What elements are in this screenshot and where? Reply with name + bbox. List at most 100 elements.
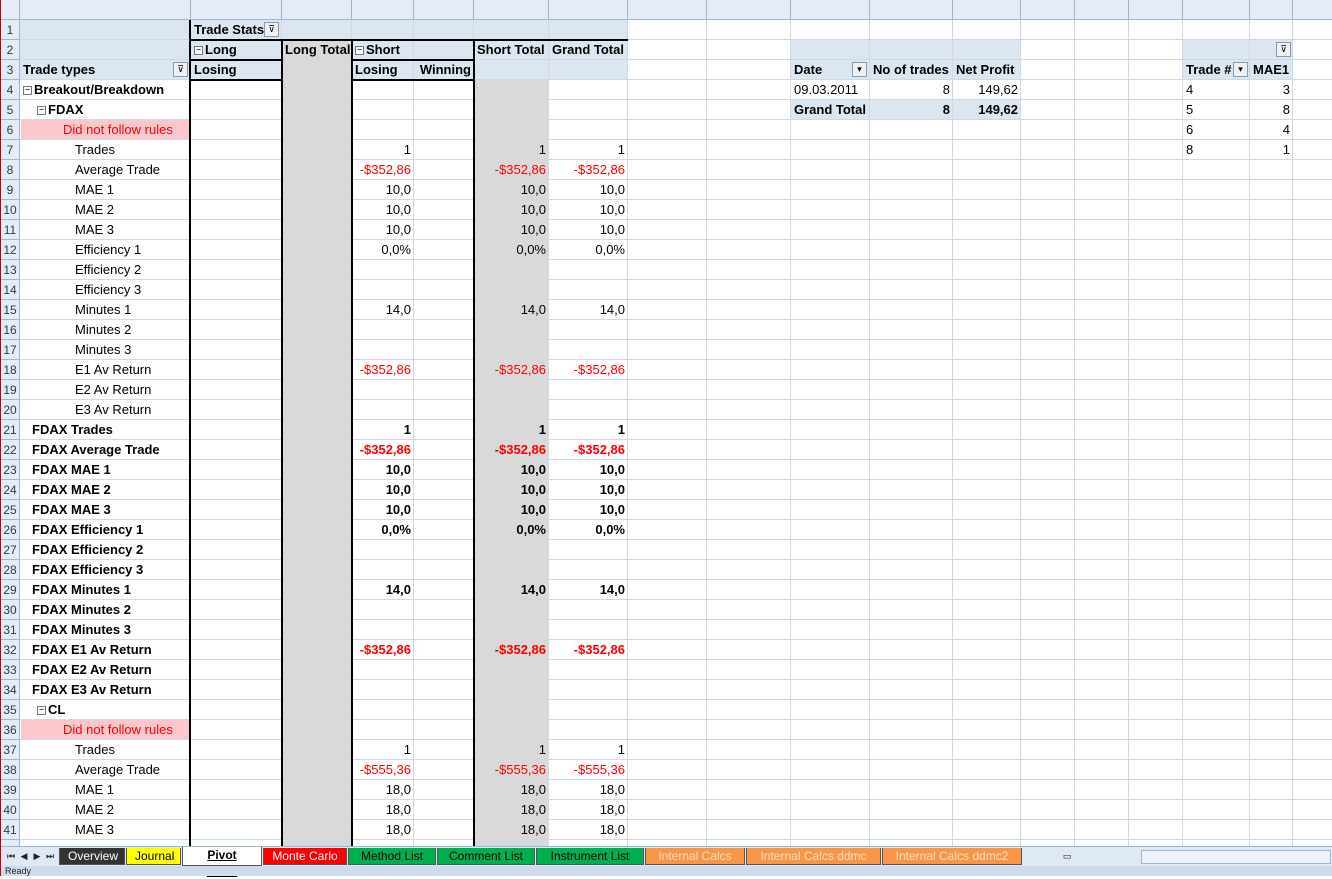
row-label[interactable]: − Breakout/Breakdown <box>20 80 191 100</box>
row-header[interactable]: 38 <box>1 760 20 780</box>
row-header[interactable]: 37 <box>1 740 20 760</box>
column-header-c[interactable] <box>282 0 352 20</box>
row-header[interactable]: 34 <box>1 680 20 700</box>
row-header[interactable]: 10 <box>1 200 20 220</box>
row-header[interactable]: 14 <box>1 280 20 300</box>
row-label: MAE 2 <box>75 802 115 817</box>
row-header[interactable]: 32 <box>1 640 20 660</box>
row-header[interactable]: 15 <box>1 300 20 320</box>
row-header[interactable]: 8 <box>1 160 20 180</box>
gridline-v <box>1020 20 1021 846</box>
column-header-i[interactable] <box>707 0 791 20</box>
collapse-icon[interactable]: − <box>194 46 203 56</box>
row-header[interactable]: 16 <box>1 320 20 340</box>
column-header-d[interactable] <box>352 0 414 20</box>
last-sheet-icon[interactable]: ⏭ <box>44 850 56 862</box>
row-header[interactable]: 28 <box>1 560 20 580</box>
row-header[interactable]: 7 <box>1 140 20 160</box>
row-header[interactable]: 30 <box>1 600 20 620</box>
row-header[interactable]: 39 <box>1 780 20 800</box>
dropdown-icon[interactable]: ▾ <box>852 62 867 77</box>
short-column-label[interactable]: − Short <box>352 40 414 60</box>
collapse-icon[interactable]: − <box>37 706 46 716</box>
row-header[interactable]: 21 <box>1 420 20 440</box>
sheet-tab-overview[interactable]: Overview <box>59 848 125 865</box>
first-sheet-icon[interactable]: ⏮ <box>5 850 17 862</box>
row-label[interactable]: − FDAX <box>20 100 191 120</box>
dropdown-icon[interactable]: ▾ <box>1233 62 1248 77</box>
row-header[interactable]: 17 <box>1 340 20 360</box>
row-label: FDAX Minutes 1 <box>32 582 131 597</box>
collapse-icon[interactable]: − <box>37 106 46 116</box>
next-sheet-icon[interactable]: ▶ <box>31 850 43 862</box>
column-header-k[interactable] <box>870 0 953 20</box>
column-header-p[interactable] <box>1183 0 1250 20</box>
column-header-j[interactable] <box>791 0 870 20</box>
sheet-tab-bar: ⏮ ◀ ▶ ⏭ OverviewJournalPivot TableMonte … <box>1 846 1332 878</box>
row-header[interactable]: 41 <box>1 820 20 840</box>
row-header[interactable]: 1 <box>1 20 20 40</box>
row-header[interactable]: 25 <box>1 500 20 520</box>
sheet-tab-internal-calcs-ddmc[interactable]: Internal Calcs ddmc <box>746 848 881 865</box>
row-header[interactable]: 31 <box>1 620 20 640</box>
column-header-e[interactable] <box>414 0 474 20</box>
row-header[interactable]: 2 <box>1 40 20 60</box>
row-header[interactable]: 29 <box>1 580 20 600</box>
row-header[interactable]: 26 <box>1 520 20 540</box>
row-header[interactable]: 33 <box>1 660 20 680</box>
row-header[interactable]: 35 <box>1 700 20 720</box>
row-header[interactable]: 5 <box>1 100 20 120</box>
value-short-total: 10,0 <box>520 502 546 517</box>
row-header[interactable]: 18 <box>1 360 20 380</box>
sheet-tab-pivot-table[interactable]: Pivot Table <box>182 847 262 878</box>
column-header-q[interactable] <box>1250 0 1293 20</box>
insert-sheet-icon[interactable]: ▭ <box>1059 850 1075 862</box>
filter-icon[interactable]: ⊽ <box>1276 42 1291 57</box>
gridline-v <box>1128 20 1129 846</box>
filter-icon[interactable]: ⊽ <box>173 62 188 77</box>
column-header-f[interactable] <box>474 0 549 20</box>
sheet-tab-monte-carlo[interactable]: Monte Carlo <box>263 848 347 865</box>
column-header-n[interactable] <box>1075 0 1129 20</box>
collapse-icon[interactable]: − <box>355 46 364 56</box>
column-header-a[interactable] <box>20 0 191 20</box>
row-header[interactable]: 4 <box>1 80 20 100</box>
collapse-icon[interactable]: − <box>23 86 32 96</box>
gridline-h <box>20 439 1332 440</box>
value-grand-total: 18,0 <box>599 782 625 797</box>
row-header[interactable]: 20 <box>1 400 20 420</box>
column-header-b[interactable] <box>191 0 282 20</box>
row-header[interactable]: 3 <box>1 60 20 80</box>
column-header-l[interactable] <box>953 0 1021 20</box>
row-header[interactable]: 9 <box>1 180 20 200</box>
row-header[interactable]: 6 <box>1 120 20 140</box>
select-all-corner[interactable] <box>1 0 20 20</box>
row-header[interactable]: 22 <box>1 440 20 460</box>
filter-icon[interactable]: ⊽ <box>264 22 279 37</box>
row-label[interactable]: − CL <box>20 700 191 720</box>
sheet-tab-journal[interactable]: Journal <box>126 848 181 865</box>
sheet-tab-method-list[interactable]: Method List <box>348 848 436 865</box>
horizontal-scrollbar[interactable] <box>1141 850 1331 864</box>
worksheet-grid[interactable]: 1 2 3 4 5 6 7 8 9 10 11 12 13 14 15 16 17 18 19 20 21 22 23 24 2… <box>1 0 1332 846</box>
long-column-label[interactable]: − Long <box>191 40 282 60</box>
row-header[interactable]: 23 <box>1 460 20 480</box>
row-header[interactable]: 40 <box>1 800 20 820</box>
column-header-g[interactable] <box>549 0 628 20</box>
row-header[interactable]: 27 <box>1 540 20 560</box>
sheet-tab-instrument-list[interactable]: Instrument List <box>536 848 644 865</box>
row-header[interactable]: 12 <box>1 240 20 260</box>
row-header[interactable]: 36 <box>1 720 20 740</box>
column-header-h[interactable] <box>628 0 707 20</box>
sheet-tab-comment-list[interactable]: Comment List <box>437 848 535 865</box>
row-header[interactable]: 24 <box>1 480 20 500</box>
column-header-o[interactable] <box>1129 0 1183 20</box>
row-header[interactable]: 19 <box>1 380 20 400</box>
row-header[interactable]: 13 <box>1 260 20 280</box>
sheet-tab-internal-calcs[interactable]: Internal Calcs <box>645 848 745 865</box>
row-header[interactable]: 11 <box>1 220 20 240</box>
prev-sheet-icon[interactable]: ◀ <box>18 850 30 862</box>
column-header-m[interactable] <box>1021 0 1075 20</box>
column-header-r[interactable] <box>1293 0 1332 20</box>
sheet-tab-internal-calcs-ddmc2[interactable]: Internal Calcs ddmc2 <box>882 848 1022 865</box>
